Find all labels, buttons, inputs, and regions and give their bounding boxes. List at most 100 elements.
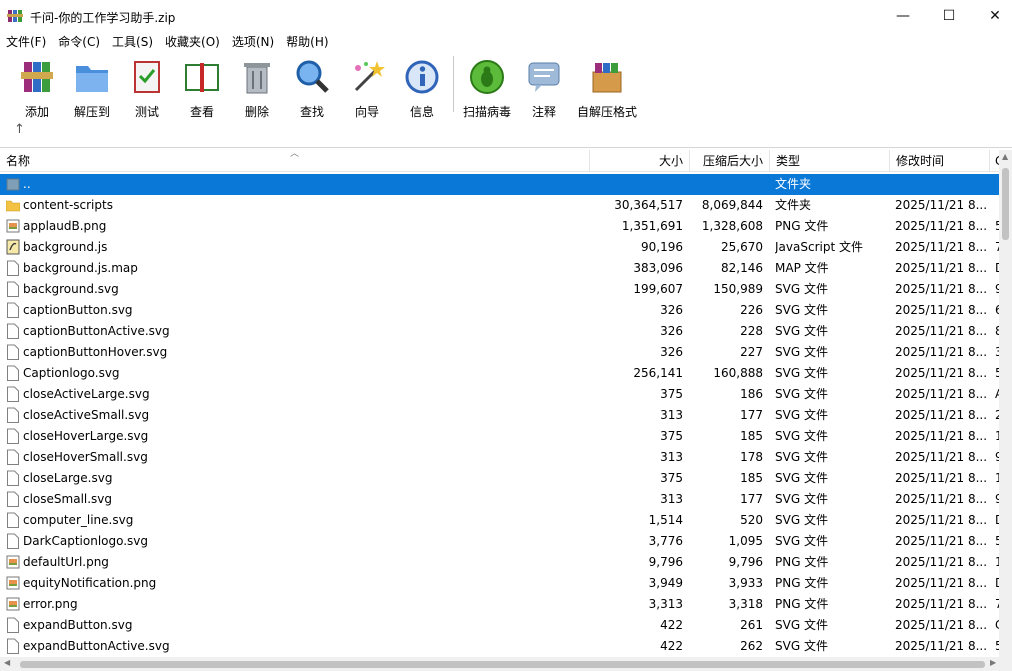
file-packed-size: 82,146 — [721, 261, 763, 275]
file-modified: 2025/11/21 8... — [895, 429, 988, 443]
column-size[interactable]: 大小 — [589, 150, 689, 172]
folder-icon — [6, 197, 20, 213]
file-name: .. — [23, 177, 31, 191]
menu-help[interactable]: 帮助(H) — [280, 32, 334, 52]
file-row[interactable]: content-scripts 30,364,517 8,069,844 文件夹 202… — [0, 195, 999, 216]
menu-commands[interactable]: 命令(C) — [52, 32, 106, 52]
menu-options[interactable]: 选项(N) — [226, 32, 280, 52]
menu-tools[interactable]: 工具(S) — [106, 32, 159, 52]
close-button[interactable]: ✕ — [972, 0, 1012, 32]
file-list-header: 名称 ︿ 大小 压缩后大小 类型 修改时间 C — [0, 149, 1012, 172]
file-type: PNG 文件 — [775, 597, 829, 611]
file-icon — [6, 260, 20, 276]
comment-button[interactable]: 注释 — [516, 56, 572, 119]
file-size: 375 — [660, 387, 683, 401]
file-type: SVG 文件 — [775, 345, 828, 359]
column-type[interactable]: 类型 — [769, 150, 889, 172]
file-row[interactable]: applaudB.png 1,351,691 1,328,608 PNG 文件 2025… — [0, 216, 999, 237]
file-name: expandButtonActive.svg — [23, 639, 170, 653]
script-file-icon — [6, 239, 20, 255]
scroll-left-icon[interactable]: ◀ — [4, 658, 10, 667]
sort-caret-icon: ︿ — [290, 149, 300, 159]
file-name: DarkCaptionlogo.svg — [23, 534, 149, 548]
file-modified: 2025/11/21 8... — [895, 303, 988, 317]
file-icon — [6, 323, 20, 339]
file-type: PNG 文件 — [775, 576, 829, 590]
extract-to-button[interactable]: 解压到 — [64, 56, 120, 119]
column-packed-size[interactable]: 压缩后大小 — [689, 150, 769, 172]
file-row[interactable]: computer_line.svg 1,514 520 SVG 文件 2025/11/2… — [0, 510, 999, 531]
file-row[interactable]: background.js.map 383,096 82,146 MAP 文件 2025… — [0, 258, 999, 279]
vertical-scroll-thumb[interactable] — [1002, 168, 1009, 240]
file-name: closeActiveLarge.svg — [23, 387, 150, 401]
file-row[interactable]: captionButtonHover.svg 326 227 SVG 文件 2025/1… — [0, 342, 999, 363]
scroll-up-icon[interactable]: ▲ — [1002, 152, 1008, 161]
sfx-button[interactable]: 自解压格式 — [574, 56, 640, 119]
horizontal-scroll-thumb[interactable] — [20, 661, 985, 668]
title-bar[interactable]: 千问-你的工作学习助手.zip — ☐ ✕ — [0, 0, 1012, 32]
menu-bar: 文件(F) 命令(C) 工具(S) 收藏夹(O) 选项(N) 帮助(H) — [0, 32, 1012, 52]
file-row[interactable]: closeHoverLarge.svg 375 185 SVG 文件 2025/11/2… — [0, 426, 999, 447]
info-button[interactable]: 信息 — [394, 56, 450, 119]
file-row[interactable]: error.png 3,313 3,318 PNG 文件 2025/11/21 8...… — [0, 594, 999, 615]
toolbar-separator — [453, 56, 454, 112]
file-row[interactable]: closeHoverSmall.svg 313 178 SVG 文件 2025/11/2… — [0, 447, 999, 468]
file-packed-size: 1,328,608 — [701, 219, 763, 233]
add-button[interactable]: 添加 — [9, 56, 65, 119]
menu-favorites[interactable]: 收藏夹(O) — [159, 32, 226, 52]
up-arrow-icon[interactable]: ↑ — [14, 122, 25, 137]
file-size: 90,196 — [641, 240, 683, 254]
menu-file[interactable]: 文件(F) — [0, 32, 52, 52]
file-row[interactable]: defaultUrl.png 9,796 9,796 PNG 文件 2025/11/21… — [0, 552, 999, 573]
file-size: 9,796 — [648, 555, 683, 569]
file-modified: 2025/11/21 8... — [895, 471, 988, 485]
find-button[interactable]: 查找 — [284, 56, 340, 119]
file-row[interactable]: Captionlogo.svg 256,141 160,888 SVG 文件 2025/… — [0, 363, 999, 384]
file-packed-size: 261 — [740, 618, 763, 632]
file-type: SVG 文件 — [775, 471, 828, 485]
file-icon — [6, 617, 20, 633]
file-name: background.js — [23, 240, 108, 254]
minimize-button[interactable]: — — [880, 0, 926, 32]
file-size: 313 — [660, 408, 683, 422]
horizontal-scrollbar[interactable]: ◀ ▶ — [0, 657, 1012, 671]
delete-button[interactable]: 删除 — [229, 56, 285, 119]
file-row[interactable]: expandButton.svg 422 261 SVG 文件 2025/11/21 8… — [0, 615, 999, 636]
file-row[interactable]: closeSmall.svg 313 177 SVG 文件 2025/11/21 8..… — [0, 489, 999, 510]
file-row[interactable]: closeActiveSmall.svg 313 177 SVG 文件 2025/11/… — [0, 405, 999, 426]
file-row[interactable]: background.js 90,196 25,670 JavaScript 文件 20… — [0, 237, 999, 258]
file-name: error.png — [23, 597, 78, 611]
file-row[interactable]: captionButton.svg 326 226 SVG 文件 2025/11/21 … — [0, 300, 999, 321]
wizard-button[interactable]: 向导 — [339, 56, 395, 119]
scroll-right-icon[interactable]: ▶ — [990, 658, 996, 667]
file-size: 326 — [660, 303, 683, 317]
file-row[interactable]: closeLarge.svg 375 185 SVG 文件 2025/11/21 8..… — [0, 468, 999, 489]
file-row[interactable]: equityNotification.png 3,949 3,933 PNG 文件 20… — [0, 573, 999, 594]
file-row[interactable]: closeActiveLarge.svg 375 186 SVG 文件 2025/11/… — [0, 384, 999, 405]
file-name: closeLarge.svg — [23, 471, 113, 485]
file-modified: 2025/11/21 8... — [895, 513, 988, 527]
file-packed-size: 8,069,844 — [701, 198, 763, 212]
virus-scan-button[interactable]: 扫描病毒 — [459, 56, 515, 119]
file-packed-size: 160,888 — [713, 366, 763, 380]
column-extra[interactable]: C — [989, 150, 999, 172]
extract-to-icon — [76, 66, 108, 92]
file-row[interactable]: expandButtonActive.svg 422 262 SVG 文件 2025/1… — [0, 636, 999, 657]
file-type: SVG 文件 — [775, 324, 828, 338]
test-button[interactable]: 测试 — [119, 56, 175, 119]
file-size: 375 — [660, 429, 683, 443]
file-packed-size: 150,989 — [713, 282, 763, 296]
file-packed-size: 178 — [740, 450, 763, 464]
vertical-scrollbar[interactable]: ▲ — [999, 150, 1012, 657]
file-modified: 2025/11/21 8... — [895, 576, 988, 590]
sfx-icon — [592, 63, 622, 93]
file-row[interactable]: DarkCaptionlogo.svg 3,776 1,095 SVG 文件 2025/… — [0, 531, 999, 552]
file-row[interactable]: background.svg 199,607 150,989 SVG 文件 2025/1… — [0, 279, 999, 300]
view-button[interactable]: 查看 — [174, 56, 230, 119]
maximize-button[interactable]: ☐ — [926, 0, 972, 32]
file-row[interactable]: .. 文件夹 — [0, 174, 999, 195]
file-name: closeHoverSmall.svg — [23, 450, 148, 464]
column-modified[interactable]: 修改时间 — [889, 150, 989, 172]
file-row[interactable]: captionButtonActive.svg 326 228 SVG 文件 2025/… — [0, 321, 999, 342]
file-modified: 2025/11/21 8... — [895, 198, 988, 212]
